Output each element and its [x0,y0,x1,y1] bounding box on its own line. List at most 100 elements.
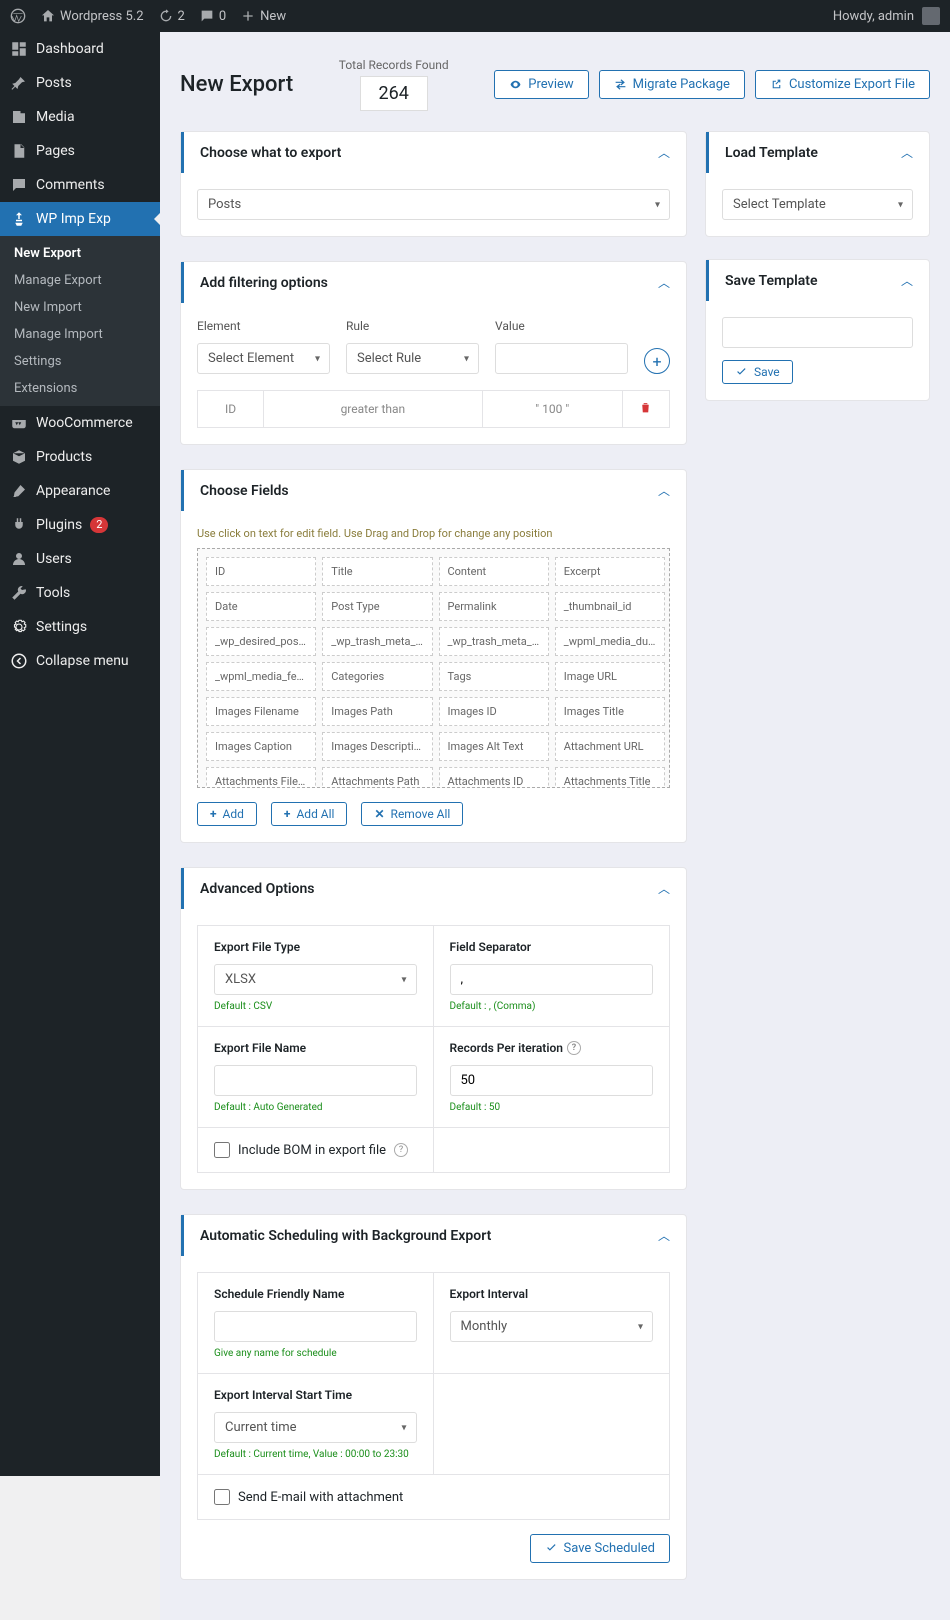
field-chip[interactable]: Title [322,557,432,586]
panel-add-filter: Add filtering options ︿ Element Select E… [180,261,687,445]
help-icon[interactable]: ? [567,1041,581,1055]
sidebar-item-collapse-menu[interactable]: Collapse menu [0,644,160,678]
field-chip[interactable]: Categories [322,662,432,691]
interval-select[interactable]: Monthly [450,1311,654,1342]
start-time-select[interactable]: Current time [214,1412,417,1443]
submenu-item-manage-import[interactable]: Manage Import [0,321,160,348]
save-template-button[interactable]: Save [722,360,793,384]
template-name-input[interactable] [722,317,913,348]
field-chip[interactable]: Images Title [555,697,665,726]
chevron-up-icon[interactable]: ︿ [658,144,670,161]
add-field-button[interactable]: +Add [197,802,257,826]
panel-scheduling-title: Automatic Scheduling with Background Exp… [200,1228,491,1244]
sidebar-item-media[interactable]: Media [0,100,160,134]
filter-element-select[interactable]: Select Element [197,343,330,374]
field-chip[interactable]: ID [206,557,316,586]
updates-link[interactable]: 2 [158,8,185,24]
field-chip[interactable]: _thumbnail_id [555,592,665,621]
field-chip[interactable]: Images Description [322,732,432,761]
field-chip[interactable]: Permalink [439,592,549,621]
chevron-up-icon[interactable]: ︿ [658,880,670,897]
field-chip[interactable]: Excerpt [555,557,665,586]
avatar[interactable] [922,7,940,25]
submenu-item-settings[interactable]: Settings [0,348,160,375]
field-chip[interactable]: Images Path [322,697,432,726]
page-header: New Export Total Records Found 264 Previ… [180,42,930,131]
file-name-input[interactable] [214,1065,417,1096]
new-content-link[interactable]: New [240,8,286,24]
field-chip[interactable]: Tags [439,662,549,691]
add-all-button[interactable]: +Add All [271,802,348,826]
fields-dropzone[interactable]: IDTitleContentExcerpt DatePost TypePermal… [197,548,670,788]
sidebar-item-dashboard[interactable]: Dashboard [0,32,160,66]
field-chip[interactable]: Attachment URL [555,732,665,761]
submenu-item-new-import[interactable]: New Import [0,294,160,321]
sidebar-item-plugins[interactable]: Plugins2 [0,508,160,542]
field-chip[interactable]: Attachments Path [322,767,432,788]
site-home-link[interactable]: Wordpress 5.2 [40,8,144,24]
migrate-button[interactable]: Migrate Package [599,70,745,99]
field-chip[interactable]: _wpml_media_featured [206,662,316,691]
sidebar-item-label: Products [36,449,92,465]
field-chip[interactable]: Post Type [322,592,432,621]
comments-link[interactable]: 0 [199,8,226,24]
sidebar-item-wp-imp-exp[interactable]: WP Imp Exp [0,202,160,236]
field-chip[interactable]: Images Filename [206,697,316,726]
email-checkbox[interactable] [214,1489,230,1505]
sidebar-item-users[interactable]: Users [0,542,160,576]
trash-icon[interactable] [622,391,669,428]
preview-button[interactable]: Preview [494,70,588,99]
field-chip[interactable]: Attachments ID [439,767,549,788]
export-type-select[interactable]: Posts [197,189,670,220]
field-chip[interactable]: Date [206,592,316,621]
field-chip[interactable]: _wpml_media_duplicate [555,627,665,656]
sidebar-item-woocommerce[interactable]: WooCommerce [0,406,160,440]
panel-filter-title: Add filtering options [200,275,328,291]
chevron-up-icon[interactable]: ︿ [658,1227,670,1244]
field-chip[interactable]: Image URL [555,662,665,691]
field-chip[interactable]: _wp_trash_meta_time [439,627,549,656]
sidebar-item-settings[interactable]: Settings [0,610,160,644]
sidebar-item-posts[interactable]: Posts [0,66,160,100]
customize-button[interactable]: Customize Export File [755,70,930,99]
chevron-up-icon[interactable]: ︿ [901,144,913,161]
records-input[interactable] [450,1065,654,1096]
field-chip[interactable]: Content [439,557,549,586]
admin-menu: DashboardPostsMediaPagesCommentsWP Imp E… [0,32,160,1476]
field-chip[interactable]: Attachments Filename [206,767,316,788]
field-chip[interactable]: Images ID [439,697,549,726]
bom-checkbox[interactable] [214,1142,230,1158]
save-scheduled-button[interactable]: Save Scheduled [530,1534,671,1563]
submenu-item-extensions[interactable]: Extensions [0,375,160,402]
cell-value: " 100 " [482,391,622,428]
sidebar-item-comments[interactable]: Comments [0,168,160,202]
chevron-up-icon[interactable]: ︿ [658,274,670,291]
howdy-text[interactable]: Howdy, admin [833,9,914,24]
wp-logo-icon[interactable] [10,8,26,24]
separator-input[interactable] [450,964,654,995]
filter-value-input[interactable] [495,343,628,374]
cell-element: ID [198,391,264,428]
file-type-select[interactable]: XLSX [214,964,417,995]
remove-all-button[interactable]: ✕Remove All [361,802,463,826]
add-filter-icon[interactable]: + [644,348,670,374]
field-chip[interactable]: _wp_desired_post_slug [206,627,316,656]
submenu-item-manage-export[interactable]: Manage Export [0,267,160,294]
sidebar-item-appearance[interactable]: Appearance [0,474,160,508]
help-icon[interactable]: ? [394,1143,408,1157]
sidebar-item-products[interactable]: Products [0,440,160,474]
sidebar-item-pages[interactable]: Pages [0,134,160,168]
load-template-select[interactable]: Select Template [722,189,913,220]
sidebar-item-tools[interactable]: Tools [0,576,160,610]
records-hint: Default : 50 [450,1102,654,1113]
field-chip[interactable]: Attachments Title [555,767,665,788]
filter-rule-select[interactable]: Select Rule [346,343,479,374]
submenu-item-new-export[interactable]: New Export [0,240,160,267]
field-chip[interactable]: Images Caption [206,732,316,761]
field-chip[interactable]: _wp_trash_meta_status [322,627,432,656]
sidebar-item-label: Appearance [36,483,110,499]
chevron-up-icon[interactable]: ︿ [658,482,670,499]
friendly-name-input[interactable] [214,1311,417,1342]
chevron-up-icon[interactable]: ︿ [901,272,913,289]
field-chip[interactable]: Images Alt Text [439,732,549,761]
